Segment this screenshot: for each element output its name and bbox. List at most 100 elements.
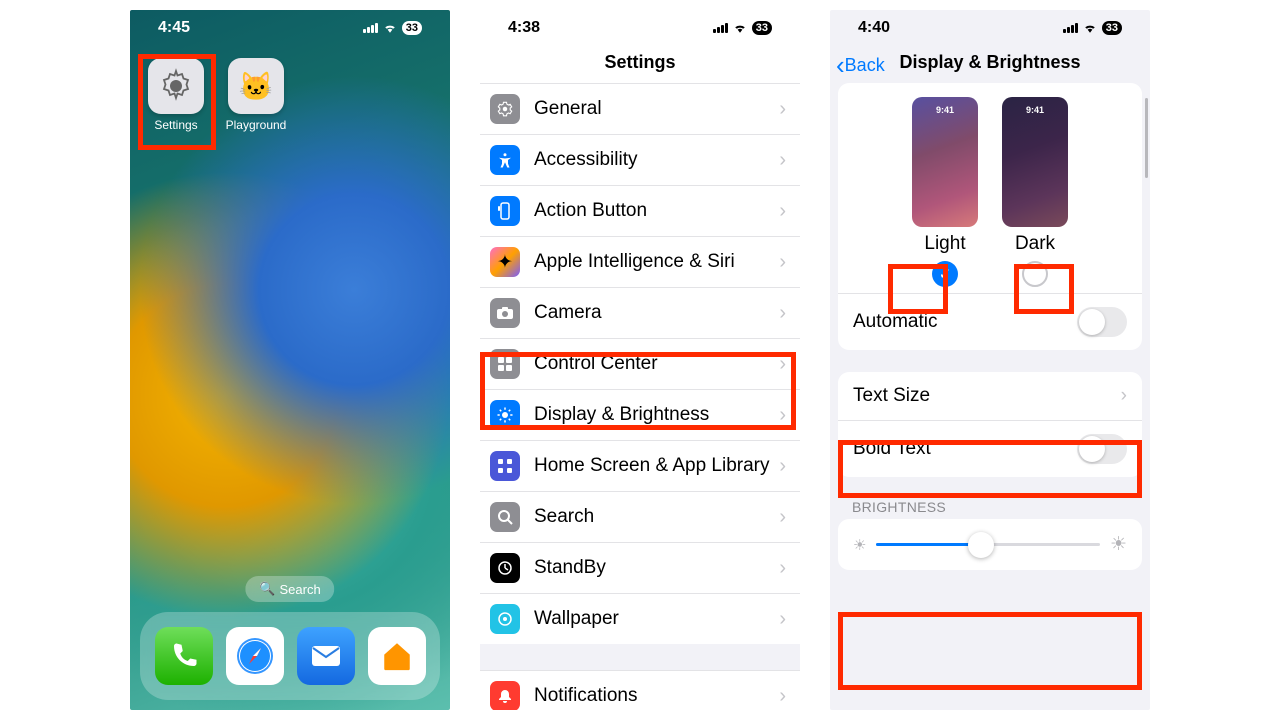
bold-text-label: Bold Text [853,438,931,460]
row-display-brightness[interactable]: Display & Brightness› [480,389,800,440]
settings-list-2: Notifications› Sounds & Haptics› [480,670,800,710]
row-search[interactable]: Search› [480,491,800,542]
status-right: 33 [363,21,422,35]
chevron-right-icon: › [779,200,786,223]
chevron-right-icon: › [779,506,786,529]
light-label: Light [924,233,965,255]
status-right: 33 [713,21,772,35]
row-label: Wallpaper [534,608,779,630]
wallpaper-icon [490,604,520,634]
brightness-header: BRIGHTNESS [830,499,1150,519]
row-bold-text: Bold Text [838,421,1142,477]
automatic-toggle[interactable] [1077,307,1127,337]
row-general[interactable]: General› [480,83,800,134]
notifications-icon [490,681,520,710]
phone-display-brightness: 4:40 33 ‹Back Display & Brightness Light… [830,10,1150,710]
status-time: 4:38 [508,19,540,37]
status-bar: 4:40 33 [830,10,1150,46]
row-label: General [534,98,779,120]
row-label: Control Center [534,353,779,375]
chevron-right-icon: › [779,353,786,376]
back-label: Back [845,55,885,76]
dark-label: Dark [1015,233,1055,255]
light-preview [912,97,978,227]
standby-icon [490,553,520,583]
row-apple-intelligence[interactable]: ✦Apple Intelligence & Siri› [480,236,800,287]
brightness-slider[interactable] [876,543,1100,546]
gear-icon [490,94,520,124]
row-standby[interactable]: StandBy› [480,542,800,593]
row-camera[interactable]: Camera› [480,287,800,338]
homescreen-apps: Settings 🐱 Playground [130,46,450,132]
back-button[interactable]: ‹Back [836,50,885,81]
status-time: 4:40 [858,19,890,37]
dock-safari[interactable] [226,627,284,685]
chevron-right-icon: › [779,455,786,478]
dock [140,612,440,700]
brightness-slider-row: ☀︎ ☀︎ [838,519,1142,570]
row-wallpaper[interactable]: Wallpaper› [480,593,800,644]
row-label: Apple Intelligence & Siri [534,251,779,273]
search-icon: 🔍 [259,581,275,597]
radio-selected[interactable]: ✓ [932,261,958,287]
row-text-size[interactable]: Text Size › [838,372,1142,421]
row-accessibility[interactable]: Accessibility› [480,134,800,185]
spotlight-search[interactable]: 🔍 Search [245,576,334,602]
signal-icon [1063,23,1078,33]
dock-phone[interactable] [155,627,213,685]
brightness-icon [490,400,520,430]
chevron-right-icon: › [779,685,786,708]
row-label: Home Screen & App Library [534,455,779,477]
row-action-button[interactable]: Action Button› [480,185,800,236]
gear-icon [148,58,204,114]
row-label: Action Button [534,200,779,222]
sun-bright-icon: ☀︎ [1110,533,1127,556]
chevron-left-icon: ‹ [836,50,845,81]
chevron-right-icon: › [779,404,786,427]
chevron-right-icon: › [779,608,786,631]
nav-title: Settings [480,46,800,83]
home-screen-icon [490,451,520,481]
action-button-icon [490,196,520,226]
nav-bar: ‹Back Display & Brightness [830,46,1150,83]
radio-unselected[interactable] [1022,261,1048,287]
dock-mail[interactable] [297,627,355,685]
row-control-center[interactable]: Control Center› [480,338,800,389]
wifi-icon [382,22,398,34]
playground-icon: 🐱 [228,58,284,114]
chevron-right-icon: › [1121,385,1127,407]
appearance-dark[interactable]: Dark [1002,97,1068,287]
chevron-right-icon: › [779,149,786,172]
bold-text-toggle[interactable] [1077,434,1127,464]
phone-homescreen: 4:45 33 Settings 🐱 Playground 🔍 Search [130,10,450,710]
row-label: Accessibility [534,149,779,171]
wifi-icon [1082,22,1098,34]
chevron-right-icon: › [779,557,786,580]
dock-home[interactable] [368,627,426,685]
battery-icon: 33 [402,21,422,35]
signal-icon [363,23,378,33]
status-bar: 4:38 33 [480,10,800,46]
status-time: 4:45 [158,19,190,37]
phone-settings: 4:38 33 Settings General› Accessibility›… [480,10,800,710]
row-label: Display & Brightness [534,404,779,426]
app-settings[interactable]: Settings [144,58,208,132]
chevron-right-icon: › [779,98,786,121]
signal-icon [713,23,728,33]
row-notifications[interactable]: Notifications› [480,670,800,710]
search-icon [490,502,520,532]
chevron-right-icon: › [779,251,786,274]
row-home-screen[interactable]: Home Screen & App Library› [480,440,800,491]
appearance-picker: Light ✓ Dark [838,83,1142,294]
scroll-indicator [1145,98,1148,178]
battery-icon: 33 [752,21,772,35]
text-size-label: Text Size [853,385,930,407]
control-center-icon [490,349,520,379]
settings-list: General› Accessibility› Action Button› ✦… [480,83,800,644]
app-playground[interactable]: 🐱 Playground [224,58,288,132]
text-card: Text Size › Bold Text [838,372,1142,477]
status-bar: 4:45 33 [130,10,450,46]
chevron-right-icon: › [779,302,786,325]
battery-icon: 33 [1102,21,1122,35]
appearance-light[interactable]: Light ✓ [912,97,978,287]
